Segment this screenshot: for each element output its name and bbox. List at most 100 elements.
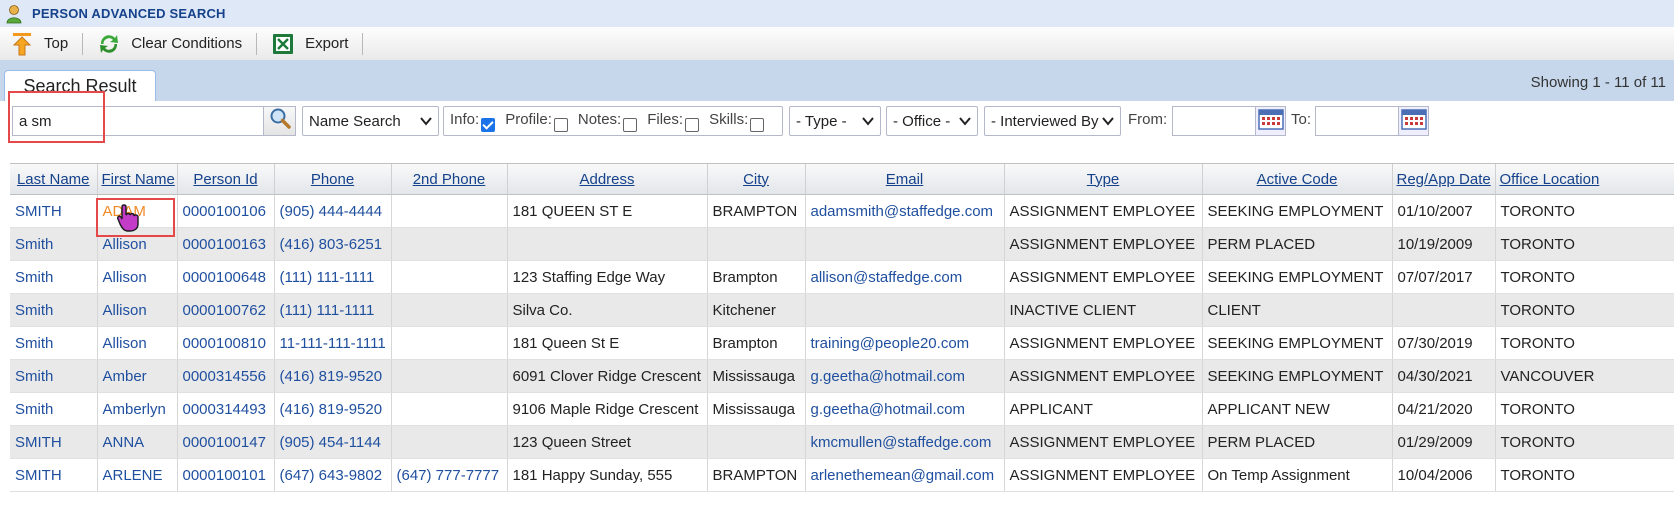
cell-email[interactable]: g.geetha@hotmail.com	[805, 392, 1005, 426]
cell-first-name[interactable]: ANNA	[97, 425, 178, 459]
table-row[interactable]: Smith Amberlyn 0000314493 (416) 819-9520 910…	[10, 392, 1674, 426]
cell-reg-app-date: 01/29/2009	[1392, 425, 1496, 459]
cell-2nd-phone[interactable]: (647) 777-7777	[391, 458, 508, 492]
clear-conditions-button[interactable]: Clear Conditions	[87, 30, 252, 58]
cell-phone[interactable]: 11-111-111-1111	[274, 326, 392, 360]
column-header[interactable]: Type	[1004, 164, 1203, 195]
cell-last-name[interactable]: Smith	[10, 392, 98, 426]
cell-person-id[interactable]: 0000100163	[177, 227, 275, 261]
from-date-input[interactable]	[1172, 106, 1256, 136]
cell-email[interactable]: kmcmullen@staffedge.com	[805, 425, 1005, 459]
cell-2nd-phone[interactable]	[391, 194, 508, 228]
table-row[interactable]: Smith Allison 0000100810 11-111-111-1111 181…	[10, 326, 1674, 360]
cell-email[interactable]: arlenethemean@gmail.com	[805, 458, 1005, 492]
cell-phone[interactable]: (416) 803-6251	[274, 227, 392, 261]
cell-email[interactable]: allison@staffedge.com	[805, 260, 1005, 294]
table-row[interactable]: Smith Amber 0000314556 (416) 819-9520 6091 C…	[10, 359, 1674, 393]
cell-last-name[interactable]: Smith	[10, 260, 98, 294]
toolbar: Top Clear Conditions Export	[0, 27, 1674, 61]
column-header[interactable]: Email	[805, 164, 1005, 195]
cell-email[interactable]: adamsmith@staffedge.com	[805, 194, 1005, 228]
from-calendar-button[interactable]	[1256, 106, 1286, 136]
profile-checkbox[interactable]	[553, 118, 568, 132]
include-options: Info: Profile: Notes: Files: Skills:	[443, 106, 783, 136]
cell-2nd-phone[interactable]	[391, 227, 508, 261]
files-checkbox[interactable]	[685, 118, 700, 132]
table-row[interactable]: SMITH ANNA 0000100147 (905) 454-1144 123 Que…	[10, 425, 1674, 459]
cell-last-name[interactable]: SMITH	[10, 194, 98, 228]
cell-person-id[interactable]: 0000100648	[177, 260, 275, 294]
column-header[interactable]: Person Id	[177, 164, 275, 195]
cell-phone[interactable]: (647) 643-9802	[274, 458, 392, 492]
cell-phone[interactable]: (416) 819-9520	[274, 359, 392, 393]
search-mode-select[interactable]: Name Search	[302, 106, 439, 136]
cell-phone[interactable]: (111) 111-1111	[274, 293, 392, 327]
top-button[interactable]: Top	[0, 30, 78, 58]
table-row[interactable]: SMITH ARLENE 0000100101 (647) 643-9802 (647)…	[10, 458, 1674, 492]
cell-2nd-phone[interactable]	[391, 260, 508, 294]
search-button[interactable]	[264, 106, 296, 136]
cell-person-id[interactable]: 0000100762	[177, 293, 275, 327]
cell-person-id[interactable]: 0000100101	[177, 458, 275, 492]
cell-last-name[interactable]: Smith	[10, 227, 98, 261]
cell-first-name[interactable]: Allison	[97, 293, 178, 327]
column-header[interactable]: Last Name	[10, 164, 98, 195]
cell-first-name[interactable]: Allison	[97, 260, 178, 294]
cell-2nd-phone[interactable]	[391, 425, 508, 459]
cell-email[interactable]	[805, 227, 1005, 261]
column-header[interactable]: Reg/App Date	[1392, 164, 1496, 195]
info-checkbox[interactable]	[481, 118, 496, 132]
cell-2nd-phone[interactable]	[391, 326, 508, 360]
cell-phone[interactable]: (905) 444-4444	[274, 194, 392, 228]
cell-phone[interactable]: (111) 111-1111	[274, 260, 392, 294]
cell-email[interactable]	[805, 293, 1005, 327]
cell-phone[interactable]: (416) 819-9520	[274, 392, 392, 426]
cell-person-id[interactable]: 0000314556	[177, 359, 275, 393]
cell-first-name[interactable]: ARLENE	[97, 458, 178, 492]
results-table: Last Name First Name Person Id Phone 2nd…	[10, 164, 1674, 492]
cell-last-name[interactable]: Smith	[10, 293, 98, 327]
cell-2nd-phone[interactable]	[391, 392, 508, 426]
skills-checkbox[interactable]	[750, 118, 765, 132]
chevron-down-icon	[1102, 114, 1114, 132]
table-row[interactable]: SMITHADAM0000100106(905) 444-4444181 QUE…	[10, 194, 1674, 228]
to-calendar-button[interactable]	[1399, 106, 1429, 136]
cell-first-name[interactable]: Amberlyn	[97, 392, 178, 426]
cell-reg-app-date: 07/07/2017	[1392, 260, 1496, 294]
column-header[interactable]: Active Code	[1202, 164, 1393, 195]
cell-last-name[interactable]: Smith	[10, 359, 98, 393]
column-header[interactable]: 2nd Phone	[391, 164, 508, 195]
column-header[interactable]: First Name	[97, 164, 178, 195]
cell-email[interactable]: g.geetha@hotmail.com	[805, 359, 1005, 393]
cell-first-name[interactable]: Allison	[97, 326, 178, 360]
type-select[interactable]: - Type -	[789, 106, 881, 136]
cell-2nd-phone[interactable]	[391, 293, 508, 327]
column-header[interactable]: City	[707, 164, 806, 195]
cell-person-id[interactable]: 0000100147	[177, 425, 275, 459]
table-row[interactable]: Smith Allison 0000100762 (111) 111-1111 Silv…	[10, 293, 1674, 327]
cell-reg-app-date: 07/30/2019	[1392, 326, 1496, 360]
to-date-input[interactable]	[1315, 106, 1399, 136]
toolbar-separator	[82, 32, 84, 55]
cell-last-name[interactable]: Smith	[10, 326, 98, 360]
cell-email[interactable]: training@people20.com	[805, 326, 1005, 360]
cell-person-id[interactable]: 0000100106	[177, 194, 275, 228]
column-header[interactable]: Office Location	[1495, 164, 1674, 195]
cell-phone[interactable]: (905) 454-1144	[274, 425, 392, 459]
table-row[interactable]: Smith Allison 0000100648 (111) 111-1111 123 …	[10, 260, 1674, 294]
cell-last-name[interactable]: SMITH	[10, 458, 98, 492]
cell-2nd-phone[interactable]	[391, 359, 508, 393]
cell-last-name[interactable]: SMITH	[10, 425, 98, 459]
notes-checkbox[interactable]	[623, 118, 638, 132]
table-row[interactable]: Smith Allison 0000100163 (416) 803-6251 ASSI…	[10, 227, 1674, 261]
office-select[interactable]: - Office -	[886, 106, 978, 136]
column-header[interactable]: Address	[507, 164, 708, 195]
column-header[interactable]: Phone	[274, 164, 392, 195]
interviewed-by-select[interactable]: - Interviewed By	[984, 106, 1121, 136]
cell-first-name[interactable]: Amber	[97, 359, 178, 393]
cell-person-id[interactable]: 0000314493	[177, 392, 275, 426]
search-icon	[268, 107, 292, 136]
cell-reg-app-date: 04/21/2020	[1392, 392, 1496, 426]
export-button[interactable]: Export	[261, 30, 358, 58]
cell-person-id[interactable]: 0000100810	[177, 326, 275, 360]
